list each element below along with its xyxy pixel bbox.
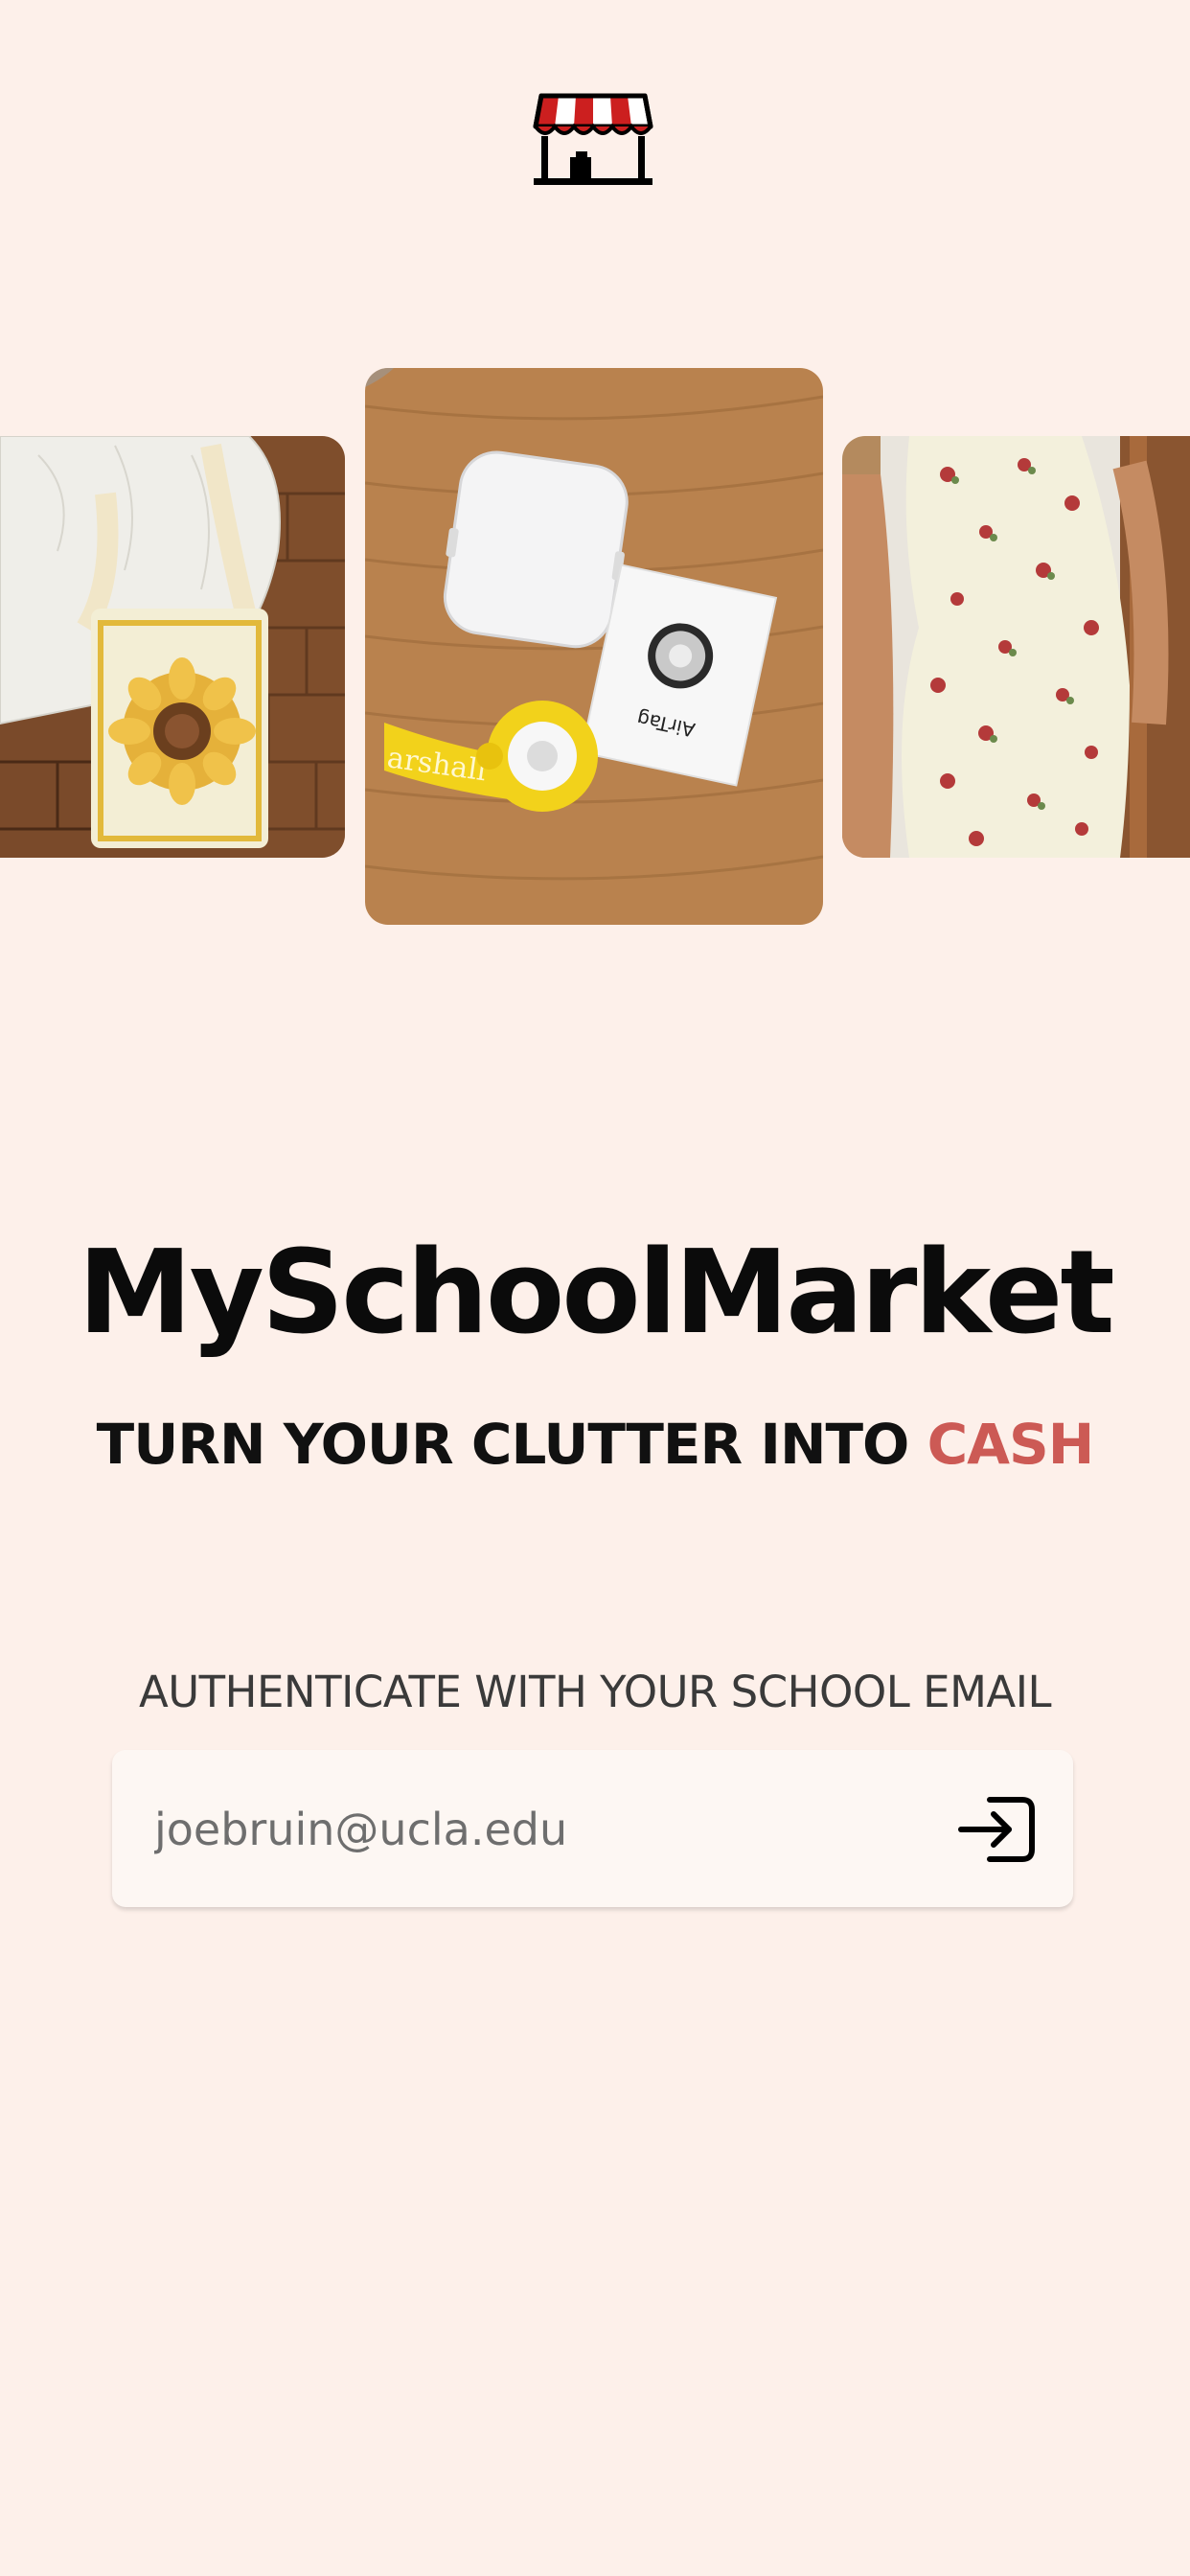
auth-label: AUTHENTICATE WITH YOUR SCHOOL EMAIL — [138, 1667, 1052, 1717]
login-icon — [958, 1797, 1035, 1862]
email-field-container — [112, 1750, 1073, 1907]
tagline: TURN YOUR CLUTTER INTO CASH — [0, 1416, 1190, 1472]
app-title: MySchoolMarket — [78, 1227, 1115, 1360]
listing-photo-crochet-bag[interactable] — [0, 436, 345, 858]
login-button[interactable] — [955, 1786, 1041, 1873]
listing-photo-airtag[interactable]: AirTag arshall — [365, 368, 823, 925]
shop-logo-icon — [532, 88, 654, 188]
tagline-main: TURN YOUR CLUTTER INTO — [96, 1412, 927, 1477]
listing-photo-floral-dress[interactable] — [842, 436, 1190, 858]
school-email-input[interactable] — [154, 1786, 940, 1873]
tagline-accent: CASH — [927, 1412, 1095, 1477]
